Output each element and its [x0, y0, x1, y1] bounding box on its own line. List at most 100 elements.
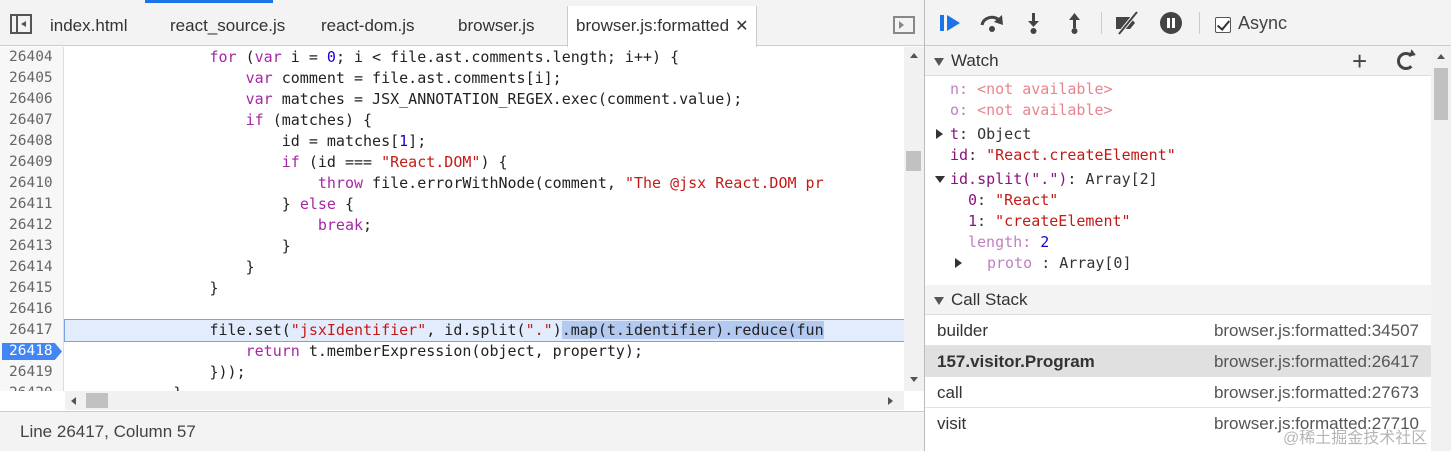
watch-child[interactable]: proto : Array[0]: [987, 253, 1132, 274]
editor-vertical-scrollbar[interactable]: [904, 47, 924, 391]
watch-item[interactable]: id.split("."): Array[2]: [950, 169, 1158, 190]
watch-value: "React": [995, 191, 1059, 209]
code-line[interactable]: break;: [65, 215, 904, 236]
close-icon[interactable]: ✕: [735, 18, 748, 35]
scroll-up-icon[interactable]: [1437, 54, 1445, 59]
code-line[interactable]: }: [65, 383, 904, 391]
scroll-down-icon[interactable]: [910, 377, 918, 382]
line-number-text: 26413: [9, 238, 53, 254]
line-number[interactable]: 26408: [0, 131, 63, 152]
call-frame-current[interactable]: 157.visitor.Program browser.js:formatted:…: [925, 346, 1431, 377]
line-number[interactable]: 26416: [0, 299, 63, 320]
add-watch-icon[interactable]: +: [1352, 48, 1367, 74]
call-frame[interactable]: call browser.js:formatted:27673: [925, 377, 1431, 408]
frame-location[interactable]: browser.js:formatted:34507: [1214, 315, 1419, 346]
line-number[interactable]: 26419: [0, 362, 63, 383]
code-line[interactable]: }: [65, 257, 904, 278]
step-over-icon[interactable]: [978, 10, 1006, 36]
resume-icon[interactable]: [936, 10, 964, 36]
editor-horizontal-scrollbar[interactable]: [65, 391, 904, 410]
line-number-text: 26408: [9, 133, 53, 149]
code-editor[interactable]: 26404 26405 26406 26407 26408 26409 26410 26411…: [0, 47, 904, 391]
sidebar-scrollbar[interactable]: [1431, 46, 1451, 451]
deactivate-breakpoints-icon[interactable]: [1113, 10, 1141, 36]
tab-index-html[interactable]: index.html: [50, 6, 127, 46]
code-line[interactable]: var matches = JSX_ANNOTATION_REGEX.exec(…: [65, 89, 904, 110]
toggle-navigator-icon[interactable]: [10, 14, 32, 34]
watch-value: "React.createElement": [986, 146, 1176, 164]
expand-arrow-icon[interactable]: [936, 129, 943, 139]
frame-function: visit: [937, 414, 967, 433]
scrollbar-thumb[interactable]: [86, 393, 108, 408]
code-line[interactable]: for (var i = 0; i < file.ast.comments.le…: [65, 47, 904, 68]
line-number[interactable]: 26405: [0, 68, 63, 89]
code-line[interactable]: }: [65, 236, 904, 257]
watch-item[interactable]: o: <not available>: [950, 100, 1113, 121]
line-number[interactable]: 26415: [0, 278, 63, 299]
frame-location[interactable]: browser.js:formatted:27673: [1214, 377, 1419, 408]
code-line[interactable]: }: [65, 278, 904, 299]
line-number-gutter[interactable]: 26404 26405 26406 26407 26408 26409 26410 26411…: [0, 47, 64, 391]
line-number-text: 26409: [9, 154, 53, 170]
step-into-icon[interactable]: [1020, 10, 1048, 36]
breakpoint-line-number[interactable]: 26418: [0, 341, 63, 362]
scroll-left-icon[interactable]: [71, 397, 76, 405]
watch-child[interactable]: 0: "React": [968, 190, 1058, 211]
code-line[interactable]: }));: [65, 362, 904, 383]
line-number[interactable]: 26409: [0, 152, 63, 173]
watch-child[interactable]: 1: "createElement": [968, 211, 1131, 232]
line-number-text: 26419: [9, 364, 53, 380]
refresh-icon[interactable]: [1397, 52, 1415, 70]
line-number[interactable]: 26420: [0, 383, 63, 391]
line-number[interactable]: 26404: [0, 47, 63, 68]
line-number[interactable]: 26406: [0, 89, 63, 110]
code-line[interactable]: if (matches) {: [65, 110, 904, 131]
tab-react-dom[interactable]: react-dom.js: [321, 6, 415, 46]
line-number[interactable]: 26407: [0, 110, 63, 131]
line-number[interactable]: 26410: [0, 173, 63, 194]
callstack-section-header[interactable]: Call Stack: [925, 285, 1431, 315]
line-number[interactable]: 26414: [0, 257, 63, 278]
frame-function: 157.visitor.Program: [937, 352, 1095, 371]
call-frame[interactable]: builder browser.js:formatted:34507: [925, 315, 1431, 346]
line-number[interactable]: 26411: [0, 194, 63, 215]
line-number-text: 26414: [9, 259, 53, 275]
step-out-icon[interactable]: [1061, 10, 1089, 36]
toggle-debugger-icon[interactable]: [893, 16, 915, 34]
line-number[interactable]: 26417: [0, 320, 63, 341]
expand-arrow-icon[interactable]: [955, 258, 962, 268]
pause-on-exceptions-icon[interactable]: [1157, 10, 1185, 36]
tab-react-source[interactable]: react_source.js: [170, 6, 285, 46]
code-lines[interactable]: for (var i = 0; i < file.ast.comments.le…: [64, 47, 904, 391]
scrollbar-thumb[interactable]: [1434, 68, 1448, 120]
code-line-current[interactable]: file.set("jsxIdentifier", id.split(".").…: [64, 319, 904, 342]
watch-section-header[interactable]: Watch +: [925, 46, 1431, 76]
line-number[interactable]: 26412: [0, 215, 63, 236]
tab-browser-js[interactable]: browser.js: [458, 6, 535, 46]
tab-browser-formatted[interactable]: browser.js:formatted ✕: [567, 6, 758, 47]
code-line[interactable]: } else {: [65, 194, 904, 215]
editor-tab-bar: index.html react_source.js react-dom.js …: [0, 0, 924, 47]
code-line[interactable]: if (id === "React.DOM") {: [65, 152, 904, 173]
async-checkbox[interactable]: [1215, 17, 1231, 33]
frame-location[interactable]: browser.js:formatted:26417: [1214, 346, 1419, 377]
tab-label: browser.js:formatted: [576, 16, 730, 35]
collapse-arrow-icon[interactable]: [935, 176, 945, 183]
line-number[interactable]: 26413: [0, 236, 63, 257]
watch-item[interactable]: id: "React.createElement": [950, 145, 1176, 166]
watch-child[interactable]: length: 2: [968, 232, 1049, 253]
watch-item[interactable]: t: Object: [950, 124, 1031, 145]
code-line[interactable]: return t.memberExpression(object, proper…: [65, 341, 904, 362]
scroll-right-icon[interactable]: [888, 397, 893, 405]
watch-name: id.split("."): [950, 170, 1068, 188]
watch-list: n: <not available> o: <not available> t:…: [925, 76, 1431, 284]
code-line[interactable]: [65, 299, 904, 320]
watch-item[interactable]: n: <not available>: [950, 79, 1113, 100]
tab-label: browser.js: [458, 16, 535, 35]
code-line[interactable]: id = matches[1];: [65, 131, 904, 152]
code-line[interactable]: throw file.errorWithNode(comment, "The @…: [65, 173, 904, 194]
scrollbar-thumb[interactable]: [906, 151, 921, 171]
code-line[interactable]: var comment = file.ast.comments[i];: [65, 68, 904, 89]
scroll-up-icon[interactable]: [910, 53, 918, 58]
watch-name: length: [968, 233, 1023, 251]
